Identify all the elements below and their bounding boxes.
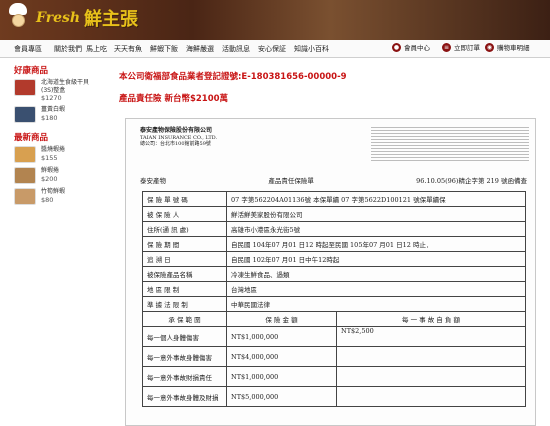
nav-seafood[interactable]: 海鮮嚴選 [186, 44, 214, 54]
cart-icon: ◉ [485, 42, 494, 52]
nav-about[interactable]: 關於我們 [54, 44, 82, 54]
site-logo[interactable]: Fresh 鮮主張 [6, 3, 138, 33]
product-thumbnail[interactable] [14, 188, 36, 205]
nav-events[interactable]: 活動訊息 [222, 44, 250, 54]
policy-fine-print [371, 125, 529, 163]
product-thumbnail[interactable] [14, 79, 36, 96]
chef-mascot-icon [6, 3, 32, 33]
product-thumbnail[interactable] [14, 167, 36, 184]
insurance-amount: 產品責任險 新台幣$2100萬 [119, 94, 229, 104]
product-item[interactable]: 竹筍鮮蝦 $80 [14, 188, 100, 205]
order-link[interactable]: ≡ 立即訂單 [442, 42, 480, 52]
brand-cn: 鮮主張 [84, 9, 139, 30]
nav-shrimp[interactable]: 鮮蝦下飯 [150, 44, 178, 54]
new-products-title: 最新商品 [14, 133, 49, 143]
nav-daily-fish[interactable]: 天天有魚 [114, 44, 142, 54]
policy-table: 保 險 單 號 碼 07 字第562204A01136號 本保單續 07 字第56… [142, 191, 526, 407]
product-thumbnail[interactable] [14, 146, 36, 163]
brand-en: Fresh [36, 10, 81, 26]
nav-knowledge[interactable]: 知識小百科 [294, 44, 329, 54]
nav-member[interactable]: 會員專區 [14, 44, 42, 54]
insurance-certificate-image: 泰安產物保險股份有限公司 TAIAN INSURANCE CO., LTD. 總… [125, 118, 536, 426]
product-item[interactable]: 薑黃白蝦 $180 [14, 106, 100, 123]
product-item[interactable]: 鮮蝦捲 $200 [14, 167, 100, 184]
site-banner: Fresh 鮮主張 [0, 0, 550, 40]
nav-eat-now[interactable]: 馬上吃 [86, 44, 107, 54]
policy-header: 泰安產物 產品責任保險單 96.10.05(96)精企字第 219 號函備查 [140, 177, 527, 185]
sidebar: 好康商品 北海道生食級干貝(3S)整盒 $1270 薑黃白蝦 $180 最新商品 醬… [14, 64, 100, 209]
registration-number: 本公司衛福部食品業者登記證號:E-180381656-00000-9 [119, 72, 347, 82]
product-thumbnail[interactable] [14, 106, 36, 123]
user-icon: ● [392, 42, 401, 52]
insurer-info: 泰安產物保險股份有限公司 TAIAN INSURANCE CO., LTD. 總… [140, 127, 218, 148]
product-item[interactable]: 醬燒蝦捲 $155 [14, 146, 100, 163]
hot-products-title: 好康商品 [14, 66, 49, 76]
nav-safety[interactable]: 安心保証 [258, 44, 286, 54]
cart-link[interactable]: ◉ 購物車明細 [485, 42, 530, 52]
list-icon: ≡ [442, 42, 451, 52]
product-item[interactable]: 北海道生食級干貝(3S)整盒 $1270 [14, 79, 100, 102]
member-center-link[interactable]: ● 會員中心 [392, 42, 430, 52]
